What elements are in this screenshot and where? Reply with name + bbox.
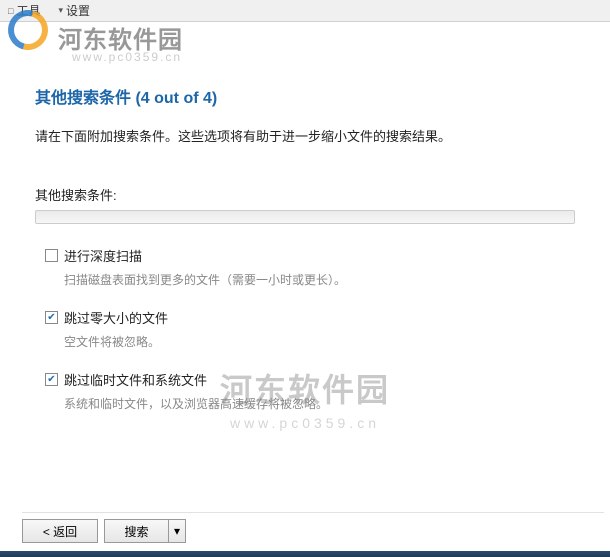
watermark-site-url: www.pc0359.cn bbox=[72, 50, 182, 64]
option-skip-temp-desc: 系统和临时文件，以及浏览器高速缓存将被忽略。 bbox=[64, 395, 575, 412]
section-label: 其他搜索条件: bbox=[35, 185, 575, 204]
button-bar: < 返回 搜索 ▾ bbox=[22, 519, 186, 543]
options-group: 进行深度扫描 扫描磁盘表面找到更多的文件（需要一小时或更长）。 跳过零大小的文件… bbox=[45, 246, 575, 412]
progress-bar bbox=[35, 210, 575, 224]
page-title: 其他搜索条件 (4 out of 4) bbox=[35, 84, 575, 108]
option-deep-scan: 进行深度扫描 扫描磁盘表面找到更多的文件（需要一小时或更长）。 bbox=[45, 246, 575, 288]
checkbox-skip-zero[interactable] bbox=[45, 311, 58, 324]
option-skip-temp: 跳过临时文件和系统文件 系统和临时文件，以及浏览器高速缓存将被忽略。 bbox=[45, 370, 575, 412]
option-deep-scan-desc: 扫描磁盘表面找到更多的文件（需要一小时或更长）。 bbox=[64, 271, 575, 288]
page-subtitle: 请在下面附加搜索条件。这些选项将有助于进一步缩小文件的搜索结果。 bbox=[35, 126, 575, 145]
chevron-down-icon: ▾ bbox=[174, 524, 180, 538]
option-skip-temp-label: 跳过临时文件和系统文件 bbox=[64, 370, 207, 389]
option-deep-scan-label: 进行深度扫描 bbox=[64, 246, 142, 265]
option-skip-zero-label: 跳过零大小的文件 bbox=[64, 308, 168, 327]
option-skip-zero: 跳过零大小的文件 空文件将被忽略。 bbox=[45, 308, 575, 350]
option-skip-zero-desc: 空文件将被忽略。 bbox=[64, 333, 575, 350]
menu-settings[interactable]: ▾ 设置 bbox=[58, 2, 90, 19]
divider bbox=[22, 512, 604, 513]
menu-settings-label: 设置 bbox=[66, 2, 90, 19]
watermark-logo bbox=[8, 10, 58, 55]
checkbox-deep-scan[interactable] bbox=[45, 249, 58, 262]
search-button[interactable]: 搜索 bbox=[104, 519, 168, 543]
watermark-center-url: www.pc0359.cn bbox=[220, 415, 390, 431]
menubar: □ 工具 ▾ 设置 bbox=[0, 0, 610, 22]
taskbar-edge bbox=[0, 551, 610, 557]
dropdown-icon: ▾ bbox=[58, 5, 63, 16]
search-dropdown-button[interactable]: ▾ bbox=[168, 519, 186, 543]
checkbox-skip-temp[interactable] bbox=[45, 373, 58, 386]
back-button[interactable]: < 返回 bbox=[22, 519, 98, 543]
search-split-button: 搜索 ▾ bbox=[104, 519, 186, 543]
content-area: 其他搜索条件 (4 out of 4) 请在下面附加搜索条件。这些选项将有助于进… bbox=[0, 22, 610, 412]
